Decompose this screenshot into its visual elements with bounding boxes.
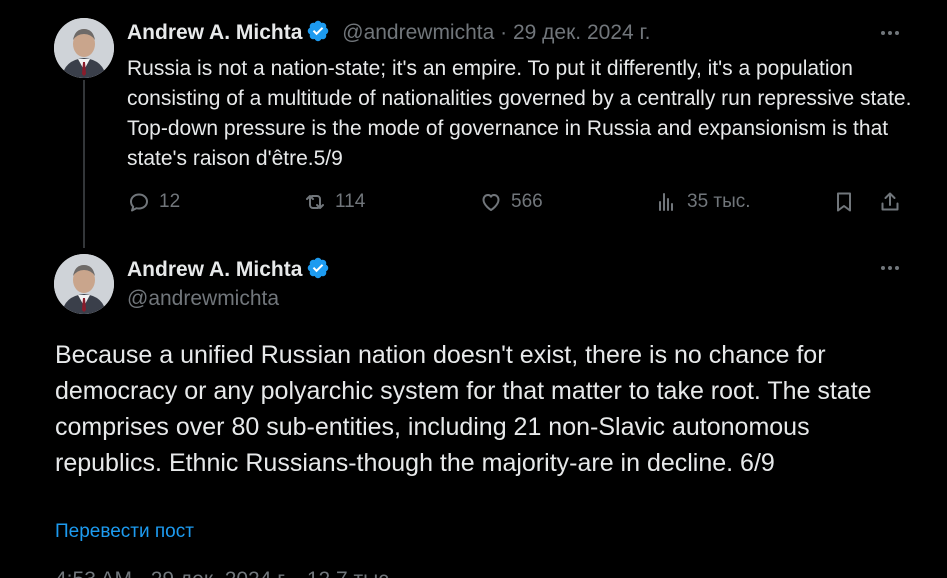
more-icon[interactable] [876,21,904,45]
share-icon [881,192,899,211]
author-name[interactable]: Andrew A. Michta [127,21,302,44]
avatar[interactable] [54,18,114,78]
views-icon [659,193,673,211]
author-handle[interactable]: @andrewmichta [342,21,494,44]
avatar[interactable] [54,254,114,314]
avatar-photo-icon [54,254,114,314]
repost-count: 114 [335,191,366,212]
more-icon[interactable] [876,256,904,280]
tweet-text: Because a unified Russian nation doesn't… [55,341,872,477]
repost-icon [306,195,324,209]
tweet-actions: 12 114 566 35 тыс. [127,190,907,220]
author-name[interactable]: Andrew A. Michta [127,258,302,281]
bookmark-button[interactable] [832,190,856,214]
tweet-date[interactable]: 29 дек. 2024 г. [513,21,650,44]
like-button[interactable]: 566 [479,190,543,214]
author-handle[interactable]: @andrewmichta [127,287,279,311]
repost-button[interactable]: 114 [303,190,365,214]
views-count: 35 тыс. [687,191,751,212]
verified-badge-icon[interactable] [306,19,330,43]
share-button[interactable] [878,190,902,214]
thread-connector-line [83,80,85,248]
tweet-header: Andrew A. Michta @andrewmichta · 29 дек.… [127,19,650,45]
translate-post-link[interactable]: Перевести пост [55,521,194,543]
like-count: 566 [511,191,543,212]
reply-button[interactable]: 12 [127,190,180,214]
reply-count: 12 [159,191,181,212]
bookmark-icon [837,192,851,212]
verified-badge-icon[interactable] [306,256,330,280]
views-button[interactable]: 35 тыс. [655,190,751,214]
tweet-header: Andrew A. Michta [127,256,330,282]
reply-icon [130,193,148,212]
tweet-timestamp[interactable]: 4:53 AM · 29 дек. 2024 г. · 12,7 тыс. [55,568,395,578]
like-icon [482,194,500,211]
avatar-photo-icon [54,18,114,78]
header-separator: · [500,21,508,44]
tweet-text: Russia is not a nation-state; it's an em… [127,57,912,170]
